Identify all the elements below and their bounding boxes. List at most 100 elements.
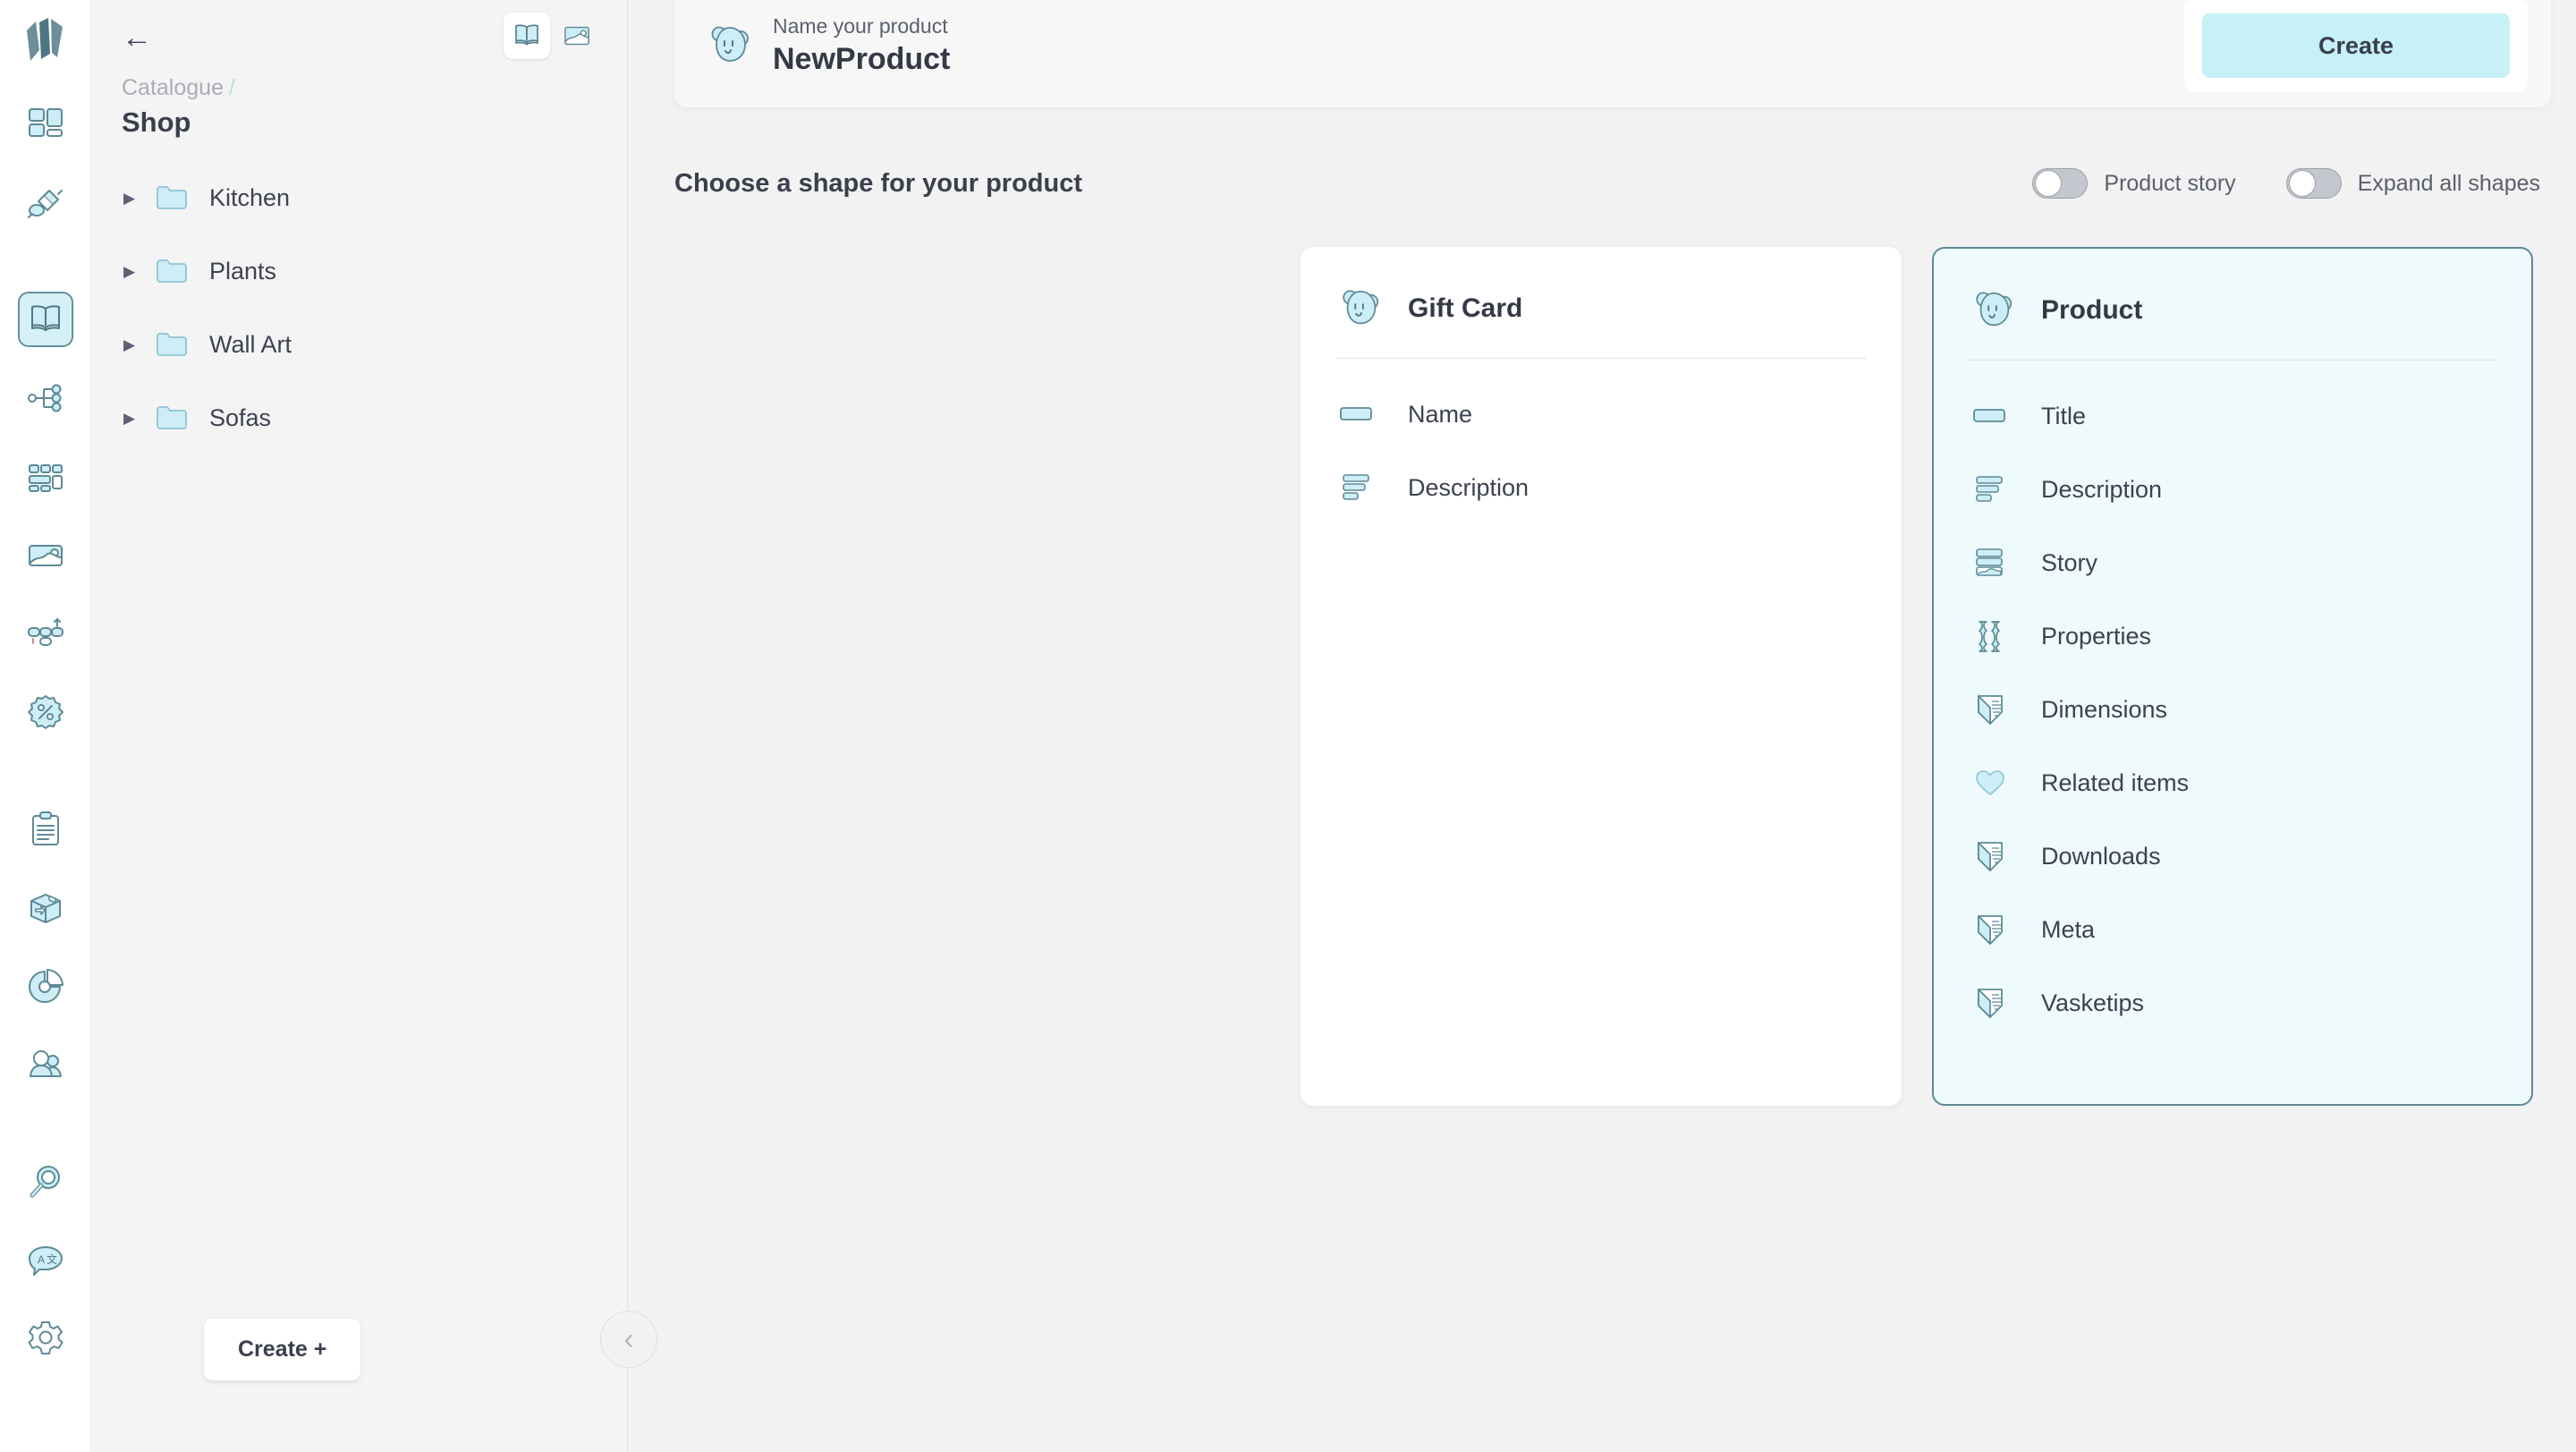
- single-line-icon: [1336, 394, 1377, 435]
- gear-icon: [26, 1320, 65, 1359]
- back-button[interactable]: ←: [122, 18, 161, 57]
- shape-field-list: Name Description: [1331, 389, 1871, 513]
- tree-item-plants[interactable]: ▶ Plants: [91, 250, 627, 293]
- tree-item-kitchen[interactable]: ▶ Kitchen: [91, 176, 627, 219]
- folder-tree: ▶ Kitchen ▶ Plants ▶ Wall Art ▶ Sofas: [91, 176, 627, 439]
- shape-card-list: Gift Card Name Description Product Title…: [1301, 247, 2533, 1106]
- shape-field-label: Title: [2041, 402, 2087, 429]
- shape-field-properties[interactable]: Properties: [1970, 611, 2501, 661]
- shape-field-label: Meta: [2041, 915, 2096, 943]
- shape-field-dimensions[interactable]: Dimensions: [1970, 684, 2501, 734]
- sidebar-item-search[interactable]: [18, 1154, 73, 1210]
- shape-field-title[interactable]: Title: [1970, 391, 2501, 441]
- shape-card-header: Gift Card: [1331, 284, 1871, 333]
- bear-face-icon: [705, 21, 755, 71]
- product-name-kicker: Name your product: [773, 13, 948, 38]
- shape-card-divider: [1970, 360, 2496, 361]
- shape-field-related-items[interactable]: Related items: [1970, 758, 2501, 808]
- svg-text:文: 文: [47, 1252, 57, 1266]
- sidebar-item-analytics[interactable]: [18, 959, 73, 1015]
- piece-shield-icon: [1970, 689, 2011, 730]
- sidebar-item-structure[interactable]: [18, 370, 73, 426]
- folder-icon: [156, 327, 190, 361]
- tree-item-label: Kitchen: [209, 183, 291, 211]
- sitemap-icon: [26, 378, 65, 418]
- toggle-knob: [2288, 170, 2316, 197]
- toggle-expand-shapes-group: Expand all shapes: [2285, 168, 2540, 199]
- shape-card-title: Product: [2041, 295, 2143, 325]
- toggle-product-story-group: Product story: [2032, 168, 2236, 199]
- breadcrumb[interactable]: Catalogue /: [122, 75, 597, 101]
- chevron-right-icon[interactable]: ▶: [123, 337, 143, 352]
- sidebar-item-dashboard[interactable]: [18, 97, 73, 152]
- sidebar-item-apps[interactable]: [18, 175, 73, 231]
- shape-section-bar: Choose a shape for your product Product …: [674, 168, 2540, 199]
- paragraph-icon: [1970, 469, 2011, 510]
- shape-field-downloads[interactable]: Downloads: [1970, 831, 2501, 881]
- product-name-value[interactable]: NewProduct: [773, 40, 950, 79]
- shape-field-story[interactable]: Story: [1970, 538, 2501, 588]
- product-header-text: Name your product NewProduct: [773, 13, 950, 78]
- shape-card-product[interactable]: Product Title Description Story Properti…: [1932, 247, 2533, 1106]
- view-mode-toggle: [504, 13, 600, 59]
- sidebar-item-catalogue[interactable]: [17, 292, 73, 347]
- discount-badge-icon: [26, 693, 65, 733]
- shape-field-description[interactable]: Description: [1336, 463, 1871, 513]
- plug-icon: [26, 183, 65, 223]
- shape-field-vasketips[interactable]: Vasketips: [1970, 978, 2501, 1028]
- collapse-panel-button[interactable]: ‹: [600, 1311, 657, 1368]
- folder-icon: [156, 254, 190, 288]
- box-shipping-icon: [26, 888, 65, 928]
- product-header-card: Name your product NewProduct Create: [674, 0, 2551, 107]
- pie-chart-icon: [26, 967, 65, 1006]
- book-view-icon[interactable]: [504, 13, 550, 59]
- grid-blocks-icon: [26, 457, 65, 497]
- pages-logo-icon[interactable]: [16, 13, 75, 72]
- toggle-product-story[interactable]: [2032, 168, 2089, 199]
- piece-shield-icon: [1970, 909, 2011, 950]
- toggle-expand-all-shapes[interactable]: [2285, 168, 2342, 199]
- shape-card-gift-card[interactable]: Gift Card Name Description: [1301, 247, 1902, 1106]
- icon-rail: A 文: [0, 0, 91, 1452]
- translate-icon: A 文: [26, 1241, 65, 1280]
- shapes-icon: [26, 615, 65, 654]
- toggle-product-story-label: Product story: [2104, 170, 2236, 196]
- tree-item-sofas[interactable]: ▶ Sofas: [91, 396, 627, 439]
- sidebar-item-shapes[interactable]: [18, 607, 73, 662]
- shape-card-title: Gift Card: [1408, 293, 1523, 323]
- shape-field-label: Dimensions: [2041, 695, 2168, 723]
- chevron-right-icon[interactable]: ▶: [123, 264, 143, 279]
- bear-face-icon: [1336, 284, 1385, 333]
- folder-icon: [156, 401, 190, 435]
- create-button[interactable]: Create: [2201, 13, 2510, 78]
- folder-icon: [156, 181, 190, 215]
- search-magnifier-icon: [26, 1162, 65, 1202]
- shape-field-list: Title Description Story Properties Dimen…: [1964, 391, 2501, 1028]
- sidebar-item-shipping[interactable]: [18, 880, 73, 936]
- sidebar-item-language[interactable]: A 文: [18, 1233, 73, 1288]
- shape-card-divider: [1336, 358, 1866, 359]
- content-chunk-icon: [1970, 542, 2011, 583]
- chevron-right-icon[interactable]: ▶: [123, 411, 143, 426]
- catalogue-tree-panel: ← Catalogue / Shop ▶ Kitchen ▶ Plants ▶ …: [91, 0, 657, 1452]
- sidebar-item-customers[interactable]: [18, 1038, 73, 1093]
- svg-text:A: A: [38, 1253, 45, 1266]
- create-item-button[interactable]: Create +: [204, 1319, 361, 1380]
- shape-field-name[interactable]: Name: [1336, 389, 1871, 439]
- chevron-right-icon[interactable]: ▶: [123, 191, 143, 206]
- shape-field-label: Description: [1408, 473, 1530, 501]
- shape-field-description[interactable]: Description: [1970, 464, 2501, 514]
- sidebar-item-blocks[interactable]: [18, 449, 73, 505]
- shape-field-meta[interactable]: Meta: [1970, 904, 2501, 955]
- piece-shield-icon: [1970, 982, 2011, 1023]
- shape-field-label: Related items: [2041, 768, 2190, 796]
- sidebar-item-orders[interactable]: [18, 802, 73, 857]
- sidebar-item-settings[interactable]: [18, 1312, 73, 1367]
- image-view-icon[interactable]: [554, 13, 600, 59]
- tree-item-wall-art[interactable]: ▶ Wall Art: [91, 323, 627, 366]
- breadcrumb-separator: /: [228, 75, 235, 100]
- sidebar-item-discounts[interactable]: [18, 685, 73, 741]
- properties-table-icon: [1970, 616, 2011, 657]
- breadcrumb-parent[interactable]: Catalogue: [122, 75, 224, 100]
- sidebar-item-media[interactable]: [18, 528, 73, 583]
